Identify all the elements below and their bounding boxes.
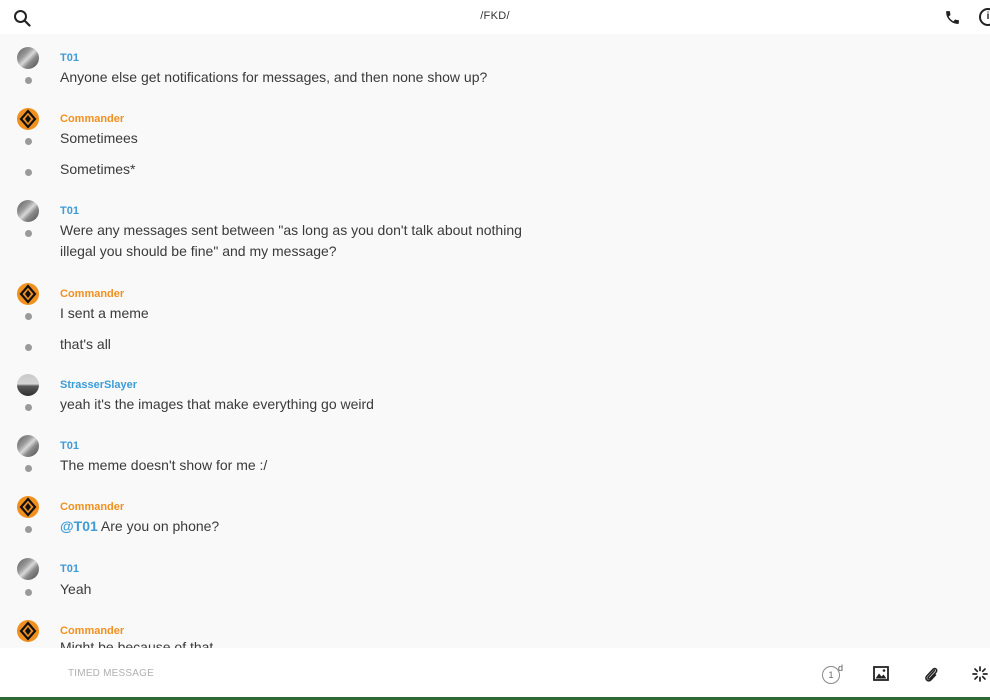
message-status-dot [25, 169, 32, 176]
username[interactable]: T01 [60, 52, 79, 64]
username[interactable]: Commander [60, 625, 124, 637]
image-icon[interactable] [873, 666, 889, 681]
message-status-dot [25, 138, 32, 145]
phone-icon[interactable] [944, 9, 961, 26]
avatar[interactable] [17, 47, 39, 69]
message-status-dot [25, 404, 32, 411]
username[interactable]: T01 [60, 563, 79, 575]
avatar[interactable] [17, 200, 39, 222]
avatar[interactable] [17, 374, 39, 396]
diamond-logo-icon [19, 621, 37, 641]
avatar[interactable] [17, 496, 39, 518]
diamond-logo-icon [19, 284, 37, 304]
diamond-logo-icon [19, 109, 37, 129]
avatar[interactable] [17, 558, 39, 580]
username[interactable]: T01 [60, 440, 79, 452]
message-text: Were any messages sent between "as long … [60, 222, 522, 259]
message-text: Anyone else get notifications for messag… [60, 69, 488, 85]
timer-unit: d [838, 663, 844, 673]
username[interactable]: Commander [60, 288, 124, 300]
message-status-dot [25, 230, 32, 237]
message-text: The meme doesn't show for me :/ [60, 457, 268, 473]
avatar[interactable] [17, 435, 39, 457]
diamond-logo-icon [19, 497, 37, 517]
username[interactable]: Commander [60, 113, 124, 125]
message-text: @T01 Are you on phone? [60, 516, 560, 537]
username[interactable]: StrasserSlayer [60, 379, 137, 391]
info-icon[interactable]: i [979, 8, 990, 26]
username[interactable]: Commander [60, 501, 124, 513]
avatar[interactable] [17, 283, 39, 305]
composer-bar: TIMED MESSAGE 1 d [0, 648, 990, 700]
message-text: I sent a meme [60, 305, 149, 321]
conversation-title: /FKD/ [480, 10, 510, 22]
message-text-body: Are you on phone? [97, 518, 220, 534]
message-text: yeah it's the images that make everythin… [60, 396, 374, 412]
message-text: that's all [60, 336, 111, 352]
top-bar: /FKD/ i [0, 0, 990, 34]
message-status-dot [25, 77, 32, 84]
message-text: Sometimees [60, 130, 138, 146]
message-status-dot [25, 313, 32, 320]
sparkle-icon[interactable] [972, 666, 988, 682]
message-text: Yeah [60, 581, 92, 597]
message-text: Might be because of that [60, 639, 214, 648]
message-status-dot [25, 589, 32, 596]
avatar[interactable] [17, 620, 39, 642]
avatar[interactable] [17, 108, 39, 130]
paperclip-icon[interactable] [923, 665, 939, 683]
message-status-dot [25, 465, 32, 472]
user-mention[interactable]: @T01 [60, 518, 98, 534]
message-status-dot [25, 526, 32, 533]
username[interactable]: T01 [60, 205, 79, 217]
message-text: Sometimes* [60, 161, 136, 177]
message-list[interactable]: T01 Anyone else get notifications for me… [0, 34, 990, 648]
message-input[interactable]: TIMED MESSAGE [68, 668, 154, 679]
message-status-dot [25, 344, 32, 351]
